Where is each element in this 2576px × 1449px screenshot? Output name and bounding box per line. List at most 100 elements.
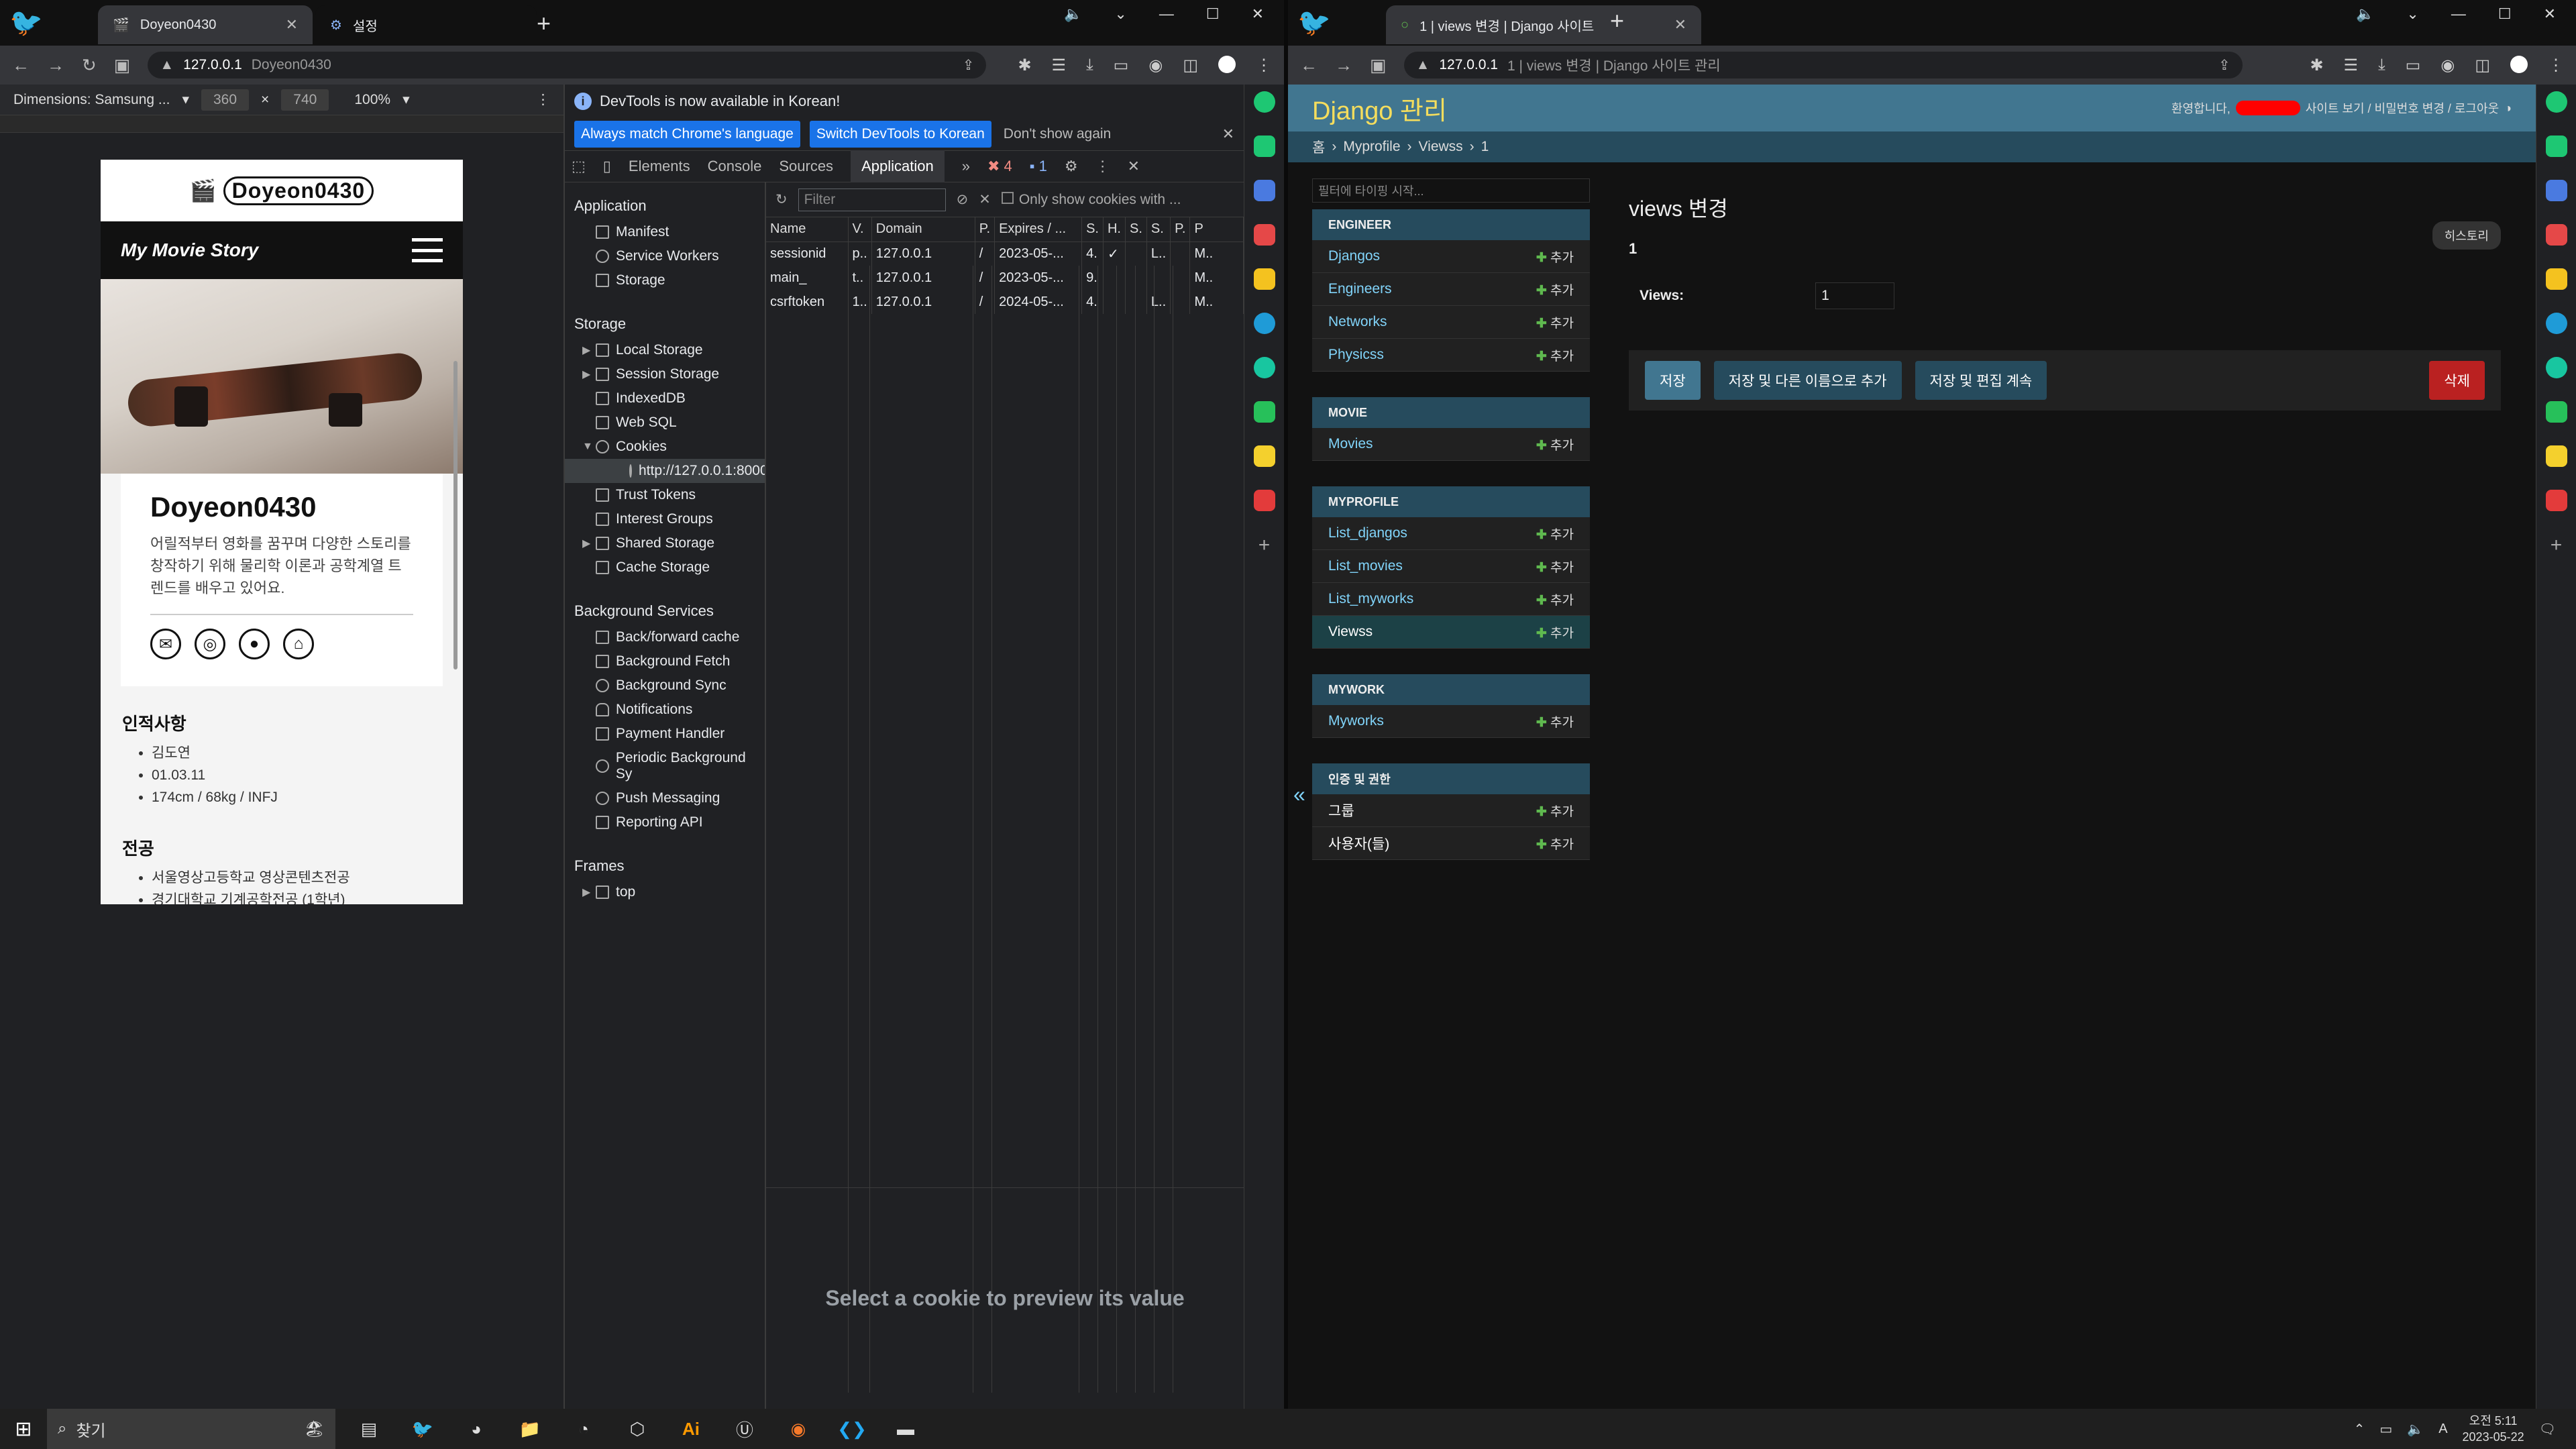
model-link[interactable]: Djangos [1328,248,1380,264]
chevron-down-icon[interactable]: ⌄ [1114,5,1126,23]
sidebar-item-background-sync[interactable]: Background Sync [565,674,765,698]
close-window-icon[interactable]: ✕ [2544,5,2556,23]
sidebar-item-push-messaging[interactable]: Push Messaging [565,786,765,810]
line-icon[interactable] [2545,401,2567,423]
column-header[interactable]: P. [1170,217,1191,242]
add-link[interactable]: ✚ 추가 [1536,623,1574,641]
add-link[interactable]: ✚ 추가 [1536,835,1574,853]
message-count-badge[interactable]: ▪ 1 [1030,158,1047,175]
sidebar-item-manifest[interactable]: Manifest [565,220,765,244]
close-banner-icon[interactable]: ✕ [1222,125,1234,143]
unreal-icon[interactable]: Ⓤ [731,1415,758,1442]
error-count-badge[interactable]: ✖ 4 [987,158,1012,175]
clear-all-icon[interactable]: ✕ [979,191,991,208]
sidebar-item-session-storage[interactable]: ▶ Session Storage [565,362,765,386]
add-link[interactable]: ✚ 추가 [1536,802,1574,820]
expand-icon[interactable]: ▶ [582,885,590,899]
minimize-icon[interactable]: — [1159,5,1174,23]
device-height-input[interactable]: 740 [281,89,329,111]
model-row[interactable]: List_movies ✚ 추가 [1312,550,1590,583]
add-link[interactable]: ✚ 추가 [1536,712,1574,731]
discord-icon[interactable] [2545,180,2567,201]
camera-icon[interactable]: ◉ [1148,56,1163,75]
module-caption[interactable]: MYPROFILE [1312,486,1590,517]
chevron-down-icon[interactable]: ⌄ [2406,5,2418,23]
model-link[interactable]: Engineers [1328,281,1392,297]
chatgpt-icon[interactable] [2545,91,2567,113]
clock[interactable]: 오전 5:11 2023-05-22 [2463,1413,2524,1445]
close-icon[interactable]: ✕ [286,16,298,34]
close-icon[interactable]: ✕ [1674,16,1686,34]
cast-icon[interactable]: ▭ [1114,56,1129,75]
breadcrumb-app[interactable]: Myprofile [1343,139,1400,155]
column-header[interactable]: P. [975,217,996,242]
save-continue-button[interactable]: 저장 및 편집 계속 [1915,361,2047,400]
browser-app-icon[interactable]: 🐦 [409,1415,436,1442]
views-input[interactable]: 1 [1815,282,1895,309]
download-icon[interactable]: ⤓ [1086,56,1093,75]
new-tab-icon[interactable]: + [1610,7,1624,35]
device-menu-icon[interactable]: ⋮ [536,91,550,108]
forward-icon[interactable]: → [47,55,64,76]
app-icon[interactable]: ◔ [570,1415,597,1442]
switch-korean-button[interactable]: Switch DevTools to Korean [809,121,991,148]
inspect-icon[interactable]: ⬚ [572,158,586,175]
cast-icon[interactable]: ▭ [2406,56,2421,75]
tab-django-admin[interactable]: ○ 1 | views 변경 | Django 사이트 ✕ [1386,5,1701,44]
sidebar-item-frame-top[interactable]: ▶ top [565,880,765,904]
model-link[interactable]: Networks [1328,314,1387,330]
model-row[interactable]: Myworks ✚ 추가 [1312,705,1590,738]
list-icon[interactable]: ☰ [2344,56,2359,75]
column-header[interactable]: S. [1146,217,1171,242]
puzzle-icon[interactable]: ✱ [2310,56,2323,75]
model-link[interactable]: 사용자(들) [1328,833,1389,853]
module-caption[interactable]: ENGINEER [1312,209,1590,240]
model-row[interactable]: 그룹 ✚ 추가 [1312,794,1590,827]
model-row[interactable]: Physicss ✚ 추가 [1312,339,1590,372]
edge-icon[interactable] [1253,313,1275,334]
breadcrumb-model[interactable]: Viewss [1419,139,1463,155]
tray-chevron-icon[interactable]: ⌃ [2354,1421,2365,1438]
column-header[interactable]: V. [848,217,872,242]
home-icon[interactable]: ⌂ [283,629,314,659]
tab-sources[interactable]: Sources [779,158,833,175]
address-bar[interactable]: ▲ 127.0.0.1 Doyeon0430 ⇪ [148,52,987,78]
hamburger-menu-icon[interactable] [412,238,443,262]
maximize-icon[interactable]: ☐ [1206,5,1220,23]
collapse-icon[interactable]: ▼ [582,441,593,453]
list-icon[interactable]: ☰ [1052,56,1067,75]
add-link[interactable]: ✚ 추가 [1536,435,1574,453]
model-row[interactable]: Djangos ✚ 추가 [1312,240,1590,273]
taskbar-search[interactable]: ⌕ 찾기 🏖 [47,1409,335,1449]
chat-icon[interactable] [1253,136,1275,157]
model-link[interactable]: List_myworks [1328,591,1413,607]
star-icon[interactable] [1253,268,1275,290]
user-links[interactable]: 사이트 보기 / 비밀번호 변경 / 로그아웃 [2306,99,2499,117]
chat-icon[interactable] [2545,136,2567,157]
illustrator-icon[interactable]: Ai [678,1415,704,1442]
back-icon[interactable]: ← [12,55,30,76]
menu-icon[interactable]: ⋮ [1256,56,1272,75]
profile-avatar[interactable] [1218,55,1236,73]
module-caption[interactable]: MOVIE [1312,397,1590,428]
model-row-current[interactable]: Viewss ✚ 추가 [1312,616,1590,649]
breadcrumb-home[interactable]: 홈 [1312,137,1325,157]
notes-icon[interactable] [2545,445,2567,467]
model-row[interactable]: Engineers ✚ 추가 [1312,273,1590,306]
history-button[interactable]: 히스토리 [2432,221,2501,250]
column-header[interactable]: H. [1103,217,1126,242]
input-language[interactable]: A [2438,1421,2447,1437]
add-link[interactable]: ✚ 추가 [1536,280,1574,299]
sidebar-item-notifications[interactable]: Notifications [565,698,765,722]
gear-icon[interactable]: ⚙ [1065,158,1078,175]
tab-settings[interactable]: ⚙ 설정 [315,5,537,44]
model-row[interactable]: List_myworks ✚ 추가 [1312,583,1590,616]
site-logo[interactable]: 🎬 Doyeon0430 [101,160,463,221]
tab-elements[interactable]: Elements [629,158,690,175]
forward-icon[interactable]: → [1335,55,1352,76]
sidebar-item-trust-tokens[interactable]: Trust Tokens [565,483,765,507]
sidebar-item-payment-handler[interactable]: Payment Handler [565,722,765,746]
share-icon[interactable]: ⇪ [963,57,975,74]
model-row[interactable]: 사용자(들) ✚ 추가 [1312,827,1590,860]
theme-toggle-icon[interactable]: ◑ [2504,101,2512,115]
